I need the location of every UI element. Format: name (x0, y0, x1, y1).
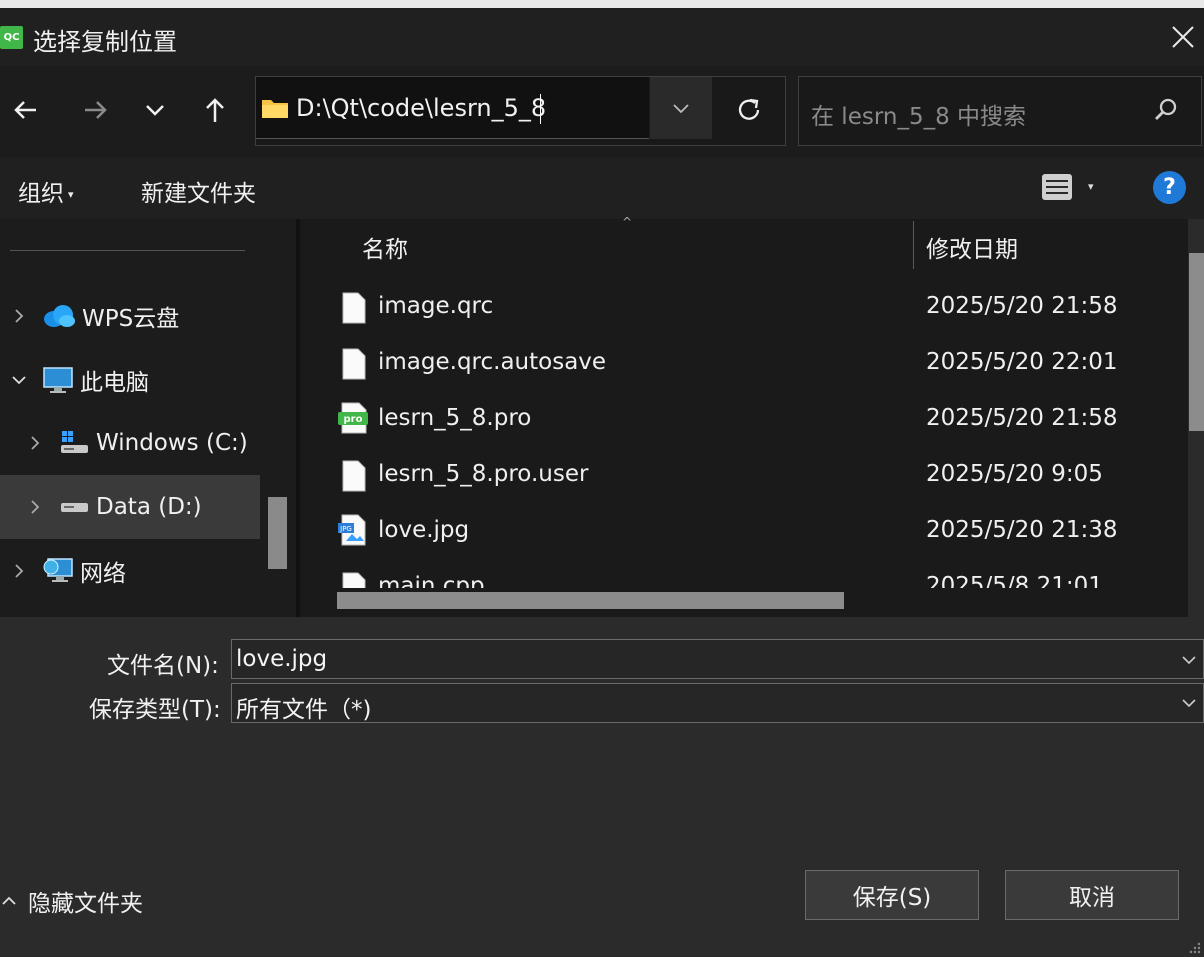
windows-drive-icon (61, 431, 88, 453)
dialog-title: 选择复制位置 (33, 28, 177, 56)
chevron-down-icon[interactable] (1180, 694, 1198, 712)
filename-label: 文件名(N): (107, 653, 219, 679)
file-name: image.qrc (378, 293, 494, 319)
sidebar-item-label: Data (D:) (96, 494, 202, 520)
network-icon (43, 558, 73, 582)
details-view-icon[interactable] (1040, 170, 1074, 204)
svg-text:pro: pro (344, 414, 363, 425)
sidebar-item-network[interactable]: 网络 (10, 551, 126, 591)
table-row[interactable]: image.qrc.autosave 2025/5/20 22:01 (300, 338, 1188, 388)
sidebar-item-label: Windows (C:) (96, 430, 248, 456)
sidebar-item-wps-cloud[interactable]: WPS云盘 (10, 296, 179, 336)
forward-arrow-icon[interactable] (77, 92, 113, 128)
dropdown-triangle-icon: ▾ (68, 188, 74, 201)
wps-cloud-icon (44, 305, 75, 327)
file-name: love.jpg (378, 517, 470, 543)
filetype-value[interactable]: 所有文件（*) (236, 690, 371, 724)
sidebar-item-label: 此电脑 (80, 370, 149, 396)
view-options-dropdown-icon[interactable]: ▾ (1088, 180, 1094, 193)
jpg-file-icon: JPG (338, 514, 366, 546)
sidebar-item-data-d[interactable]: Data (D:) (26, 487, 202, 527)
new-folder-button[interactable]: 新建文件夹 (141, 174, 256, 208)
vertical-scrollbar-thumb[interactable] (1189, 253, 1204, 431)
svg-text:JPG: JPG (339, 525, 352, 533)
cancel-button[interactable]: 取消 (1005, 870, 1179, 920)
close-icon[interactable] (1168, 20, 1198, 54)
address-path[interactable]: D:\Qt\code\lesrn_5_8 (296, 94, 546, 122)
file-date: 2025/5/20 9:05 (926, 461, 1103, 487)
filetype-select[interactable] (231, 683, 1204, 723)
organize-label: 组织 (18, 181, 64, 207)
file-date: 2025/5/20 21:58 (926, 405, 1118, 431)
file-icon (342, 348, 366, 380)
file-icon (342, 460, 366, 492)
table-row[interactable]: pro lesrn_5_8.pro 2025/5/20 21:58 (300, 394, 1188, 444)
file-name: lesrn_5_8.pro.user (378, 461, 589, 487)
back-arrow-icon[interactable] (8, 92, 44, 128)
drive-icon (61, 503, 88, 512)
sidebar-item-label: WPS云盘 (82, 306, 180, 332)
sidebar-scrollbar-thumb[interactable] (268, 497, 287, 569)
column-header-name[interactable]: 名称 (362, 230, 408, 264)
organize-menu-button[interactable]: 组织 ▾ (18, 174, 74, 208)
table-row[interactable]: lesrn_5_8.pro.user 2025/5/20 9:05 (300, 450, 1188, 500)
computer-icon (43, 367, 73, 393)
hide-folders-button[interactable]: 隐藏文件夹 (0, 884, 143, 918)
search-icon[interactable] (1152, 96, 1180, 124)
table-row[interactable]: JPG love.jpg 2025/5/20 21:38 (300, 506, 1188, 556)
chevron-right-icon[interactable] (26, 498, 44, 516)
resize-grip-icon[interactable] (1186, 940, 1202, 956)
chevron-down-icon[interactable] (10, 371, 28, 389)
chevron-right-icon[interactable] (10, 562, 28, 580)
file-name: image.qrc.autosave (378, 349, 607, 375)
folder-icon (262, 100, 288, 118)
file-date: 2025/5/20 21:58 (926, 293, 1118, 319)
save-button[interactable]: 保存(S) (805, 870, 979, 920)
top-edge (0, 0, 1204, 8)
column-separator[interactable] (913, 221, 914, 269)
sidebar-item-this-pc[interactable]: 此电脑 (10, 360, 149, 400)
pro-file-icon: pro (338, 402, 368, 434)
sidebar-item-windows-c[interactable]: Windows (C:) (26, 423, 248, 463)
file-icon (342, 292, 366, 324)
file-date: 2025/5/20 21:38 (926, 517, 1118, 543)
search-placeholder[interactable]: 在 lesrn_5_8 中搜索 (811, 97, 1026, 131)
hide-folders-label: 隐藏文件夹 (28, 891, 143, 917)
column-header-date-modified[interactable]: 修改日期 (926, 230, 1018, 264)
text-caret (540, 94, 541, 124)
filename-value[interactable]: love.jpg (236, 646, 327, 672)
filename-field[interactable] (231, 639, 1204, 679)
file-name: lesrn_5_8.pro (378, 405, 532, 431)
file-date: 2025/5/20 22:01 (926, 349, 1118, 375)
sidebar-divider (10, 250, 245, 251)
chevron-down-icon (673, 104, 689, 114)
chevron-right-icon[interactable] (26, 434, 44, 452)
up-arrow-icon[interactable] (197, 92, 233, 128)
chevron-right-icon[interactable] (10, 307, 28, 325)
address-dropdown-button[interactable] (650, 77, 712, 139)
filetype-label: 保存类型(T): (89, 697, 221, 723)
refresh-icon[interactable] (733, 94, 765, 126)
qt-creator-app-icon: QC (0, 26, 23, 49)
chevron-down-icon[interactable] (1180, 651, 1198, 669)
help-icon[interactable]: ? (1153, 171, 1186, 204)
title-bar (0, 8, 1204, 66)
recent-locations-chevron-icon[interactable] (137, 92, 173, 128)
chevron-up-icon (2, 896, 16, 905)
sidebar-item-label: 网络 (80, 561, 126, 587)
table-row[interactable]: image.qrc 2025/5/20 21:58 (300, 282, 1188, 332)
sort-ascending-icon: ^ (622, 215, 633, 229)
horizontal-scrollbar-thumb[interactable] (337, 592, 844, 609)
